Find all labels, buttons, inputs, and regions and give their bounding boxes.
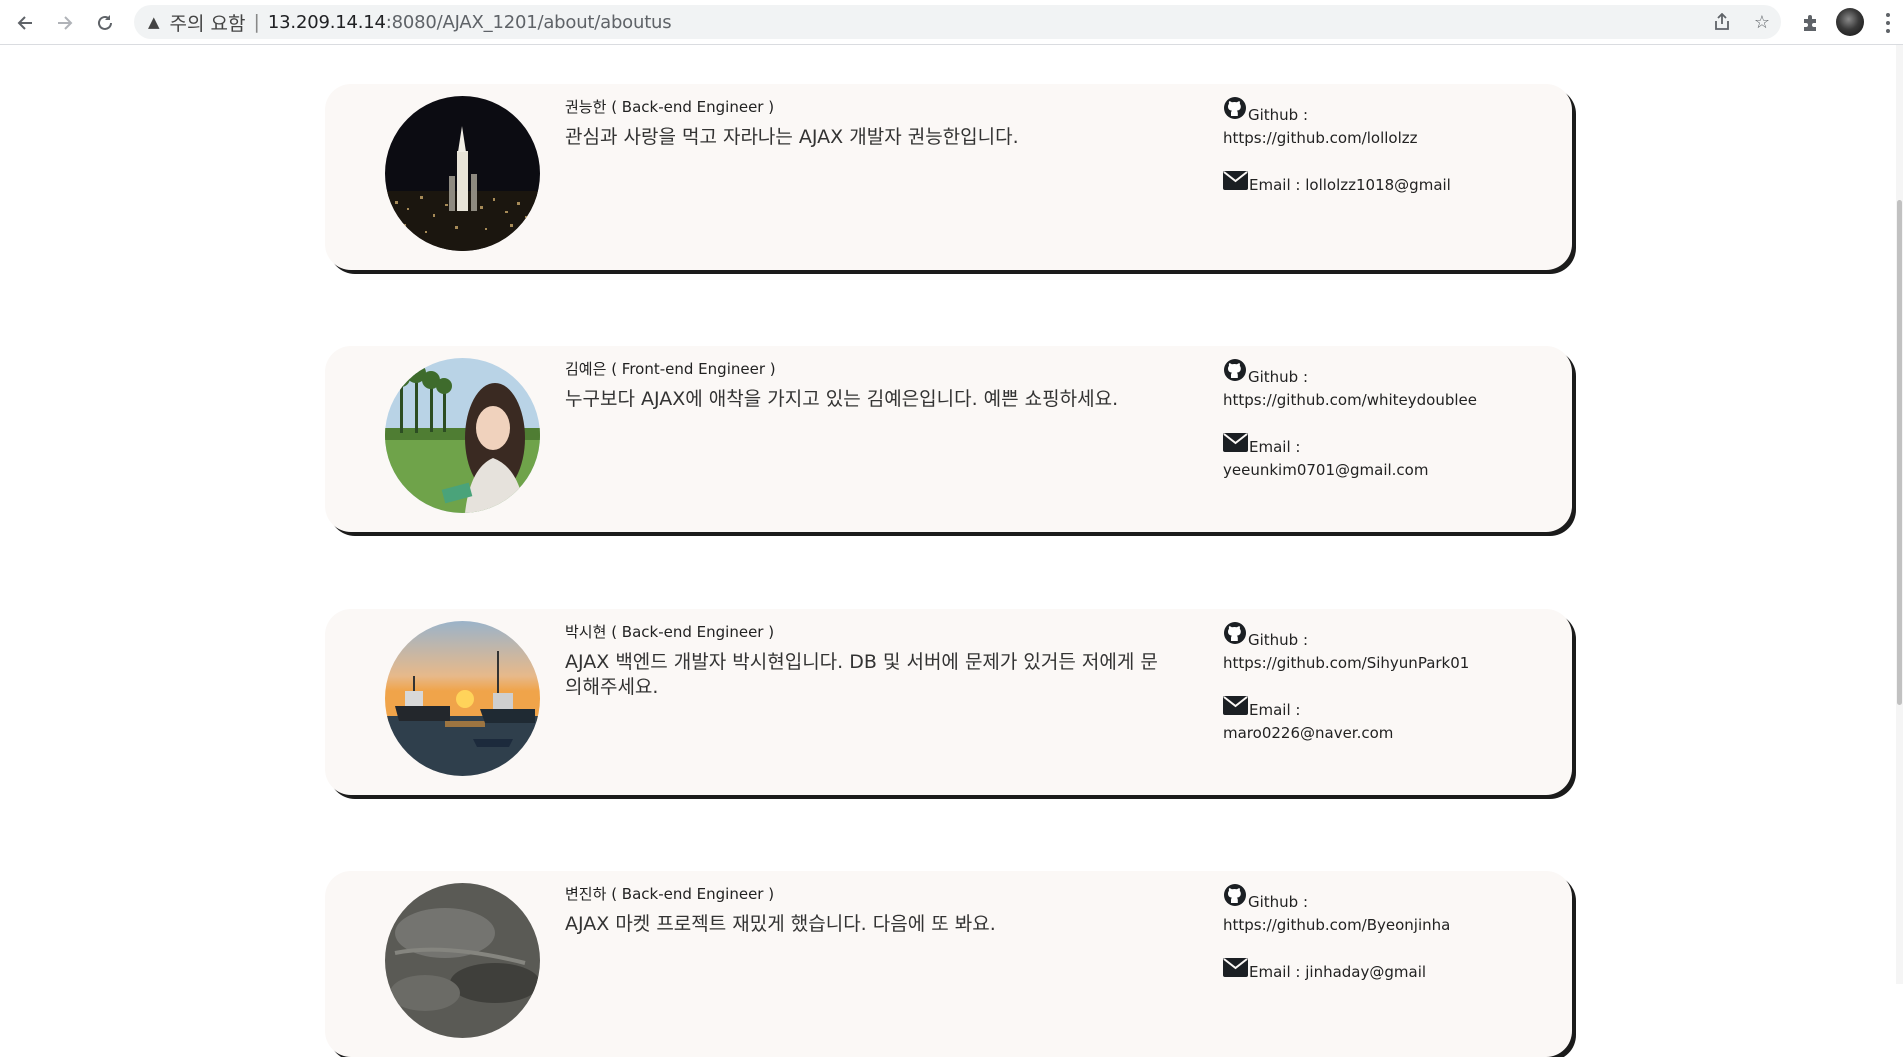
puzzle-icon bbox=[1804, 15, 1816, 31]
github-row: Github : bbox=[1223, 96, 1553, 124]
extensions-button[interactable] bbox=[1797, 10, 1823, 36]
member-name-role: 변진하 ( Back-end Engineer ) bbox=[565, 883, 774, 904]
member-contact: Github : https://github.com/lollolzz Ema… bbox=[1223, 96, 1553, 194]
email-address[interactable]: yeeunkim0701@gmail.com bbox=[1223, 461, 1553, 479]
member-photo-city-night bbox=[385, 96, 540, 251]
mail-icon bbox=[1223, 958, 1248, 981]
email-row: Email : bbox=[1223, 433, 1553, 456]
github-icon[interactable] bbox=[1223, 358, 1247, 386]
back-button[interactable] bbox=[12, 10, 38, 36]
scrollbar-thumb[interactable] bbox=[1897, 200, 1902, 705]
github-icon[interactable] bbox=[1223, 621, 1247, 649]
back-arrow-icon bbox=[17, 16, 32, 30]
warning-icon[interactable]: ▲ bbox=[148, 13, 160, 31]
address-separator: | bbox=[253, 11, 260, 33]
security-label[interactable]: 주의 요함 bbox=[170, 9, 246, 36]
member-photo-grey-texture bbox=[385, 883, 540, 1038]
github-icon[interactable] bbox=[1223, 883, 1247, 911]
member-photo-harbor-sunset bbox=[385, 621, 540, 776]
member-contact: Github : https://github.com/SihyunPark01… bbox=[1223, 621, 1553, 742]
member-bio: 관심과 사랑을 먹고 자라나는 AJAX 개발자 권능한입니다. bbox=[565, 126, 1019, 148]
github-row: Github : bbox=[1223, 883, 1553, 911]
email-label: Email : bbox=[1249, 963, 1301, 981]
member-name: 변진하 bbox=[565, 885, 607, 903]
member-bio: AJAX 백엔드 개발자 박시현입니다. DB 및 서버에 문제가 있거든 저에… bbox=[565, 651, 1158, 698]
email-row: Email : jinhaday@gmail bbox=[1223, 958, 1553, 981]
email-address[interactable]: lollolzz1018@gmail bbox=[1305, 176, 1451, 194]
member-card: 김예은 ( Front-end Engineer ) 누구보다 AJAX에 애착… bbox=[325, 346, 1572, 532]
github-label: Github : bbox=[1248, 106, 1309, 124]
member-name-role: 박시현 ( Back-end Engineer ) bbox=[565, 621, 774, 642]
url-host: 13.209.14.14 bbox=[267, 11, 386, 33]
forward-button[interactable] bbox=[52, 10, 78, 36]
member-role: ( Back-end Engineer ) bbox=[611, 885, 775, 903]
github-link[interactable]: https://github.com/SihyunPark01 bbox=[1223, 654, 1553, 672]
browser-toolbar: ▲ 주의 요함 | 13.209.14.14:8080/AJAX_1201/ab… bbox=[0, 0, 1903, 45]
github-label: Github : bbox=[1248, 631, 1309, 649]
reload-button[interactable] bbox=[92, 10, 118, 36]
member-name: 권능한 bbox=[565, 98, 607, 116]
email-address[interactable]: jinhaday@gmail bbox=[1305, 963, 1426, 981]
member-name-role: 김예은 ( Front-end Engineer ) bbox=[565, 358, 776, 379]
member-name: 박시현 bbox=[565, 623, 607, 641]
member-contact: Github : https://github.com/whiteydouble… bbox=[1223, 358, 1553, 479]
profile-avatar[interactable] bbox=[1836, 8, 1864, 36]
github-row: Github : bbox=[1223, 358, 1553, 386]
reload-icon bbox=[98, 15, 112, 30]
member-card: 박시현 ( Back-end Engineer ) AJAX 백엔드 개발자 박… bbox=[325, 609, 1572, 795]
github-link[interactable]: https://github.com/Byeonjinha bbox=[1223, 916, 1553, 934]
email-label: Email : bbox=[1249, 438, 1301, 456]
member-role: ( Front-end Engineer ) bbox=[611, 360, 776, 378]
member-photo-park-portrait bbox=[385, 358, 540, 513]
member-card: 변진하 ( Back-end Engineer ) AJAX 마켓 프로젝트 재… bbox=[325, 871, 1572, 1057]
email-address[interactable]: maro0226@naver.com bbox=[1223, 724, 1553, 742]
bookmark-star-icon[interactable]: ☆ bbox=[1751, 11, 1773, 33]
member-role: ( Back-end Engineer ) bbox=[611, 98, 775, 116]
email-row: Email : lollolzz1018@gmail bbox=[1223, 171, 1553, 194]
member-bio: 누구보다 AJAX에 애착을 가지고 있는 김예은입니다. 예쁜 쇼핑하세요. bbox=[565, 388, 1119, 410]
share-icon[interactable] bbox=[1711, 11, 1733, 33]
mail-icon bbox=[1223, 433, 1248, 456]
browser-menu-icon[interactable] bbox=[1880, 10, 1896, 36]
member-name-role: 권능한 ( Back-end Engineer ) bbox=[565, 96, 774, 117]
member-name: 김예은 bbox=[565, 360, 607, 378]
email-label: Email : bbox=[1249, 176, 1301, 194]
url-path: :8080/AJAX_1201/about/aboutus bbox=[385, 11, 672, 33]
github-label: Github : bbox=[1248, 368, 1309, 386]
member-role: ( Back-end Engineer ) bbox=[611, 623, 775, 641]
email-label: Email : bbox=[1249, 701, 1301, 719]
github-label: Github : bbox=[1248, 893, 1309, 911]
forward-arrow-icon bbox=[58, 16, 73, 30]
github-row: Github : bbox=[1223, 621, 1553, 649]
member-card: 권능한 ( Back-end Engineer ) 관심과 사랑을 먹고 자라나… bbox=[325, 84, 1572, 270]
github-icon[interactable] bbox=[1223, 96, 1247, 124]
github-link[interactable]: https://github.com/lollolzz bbox=[1223, 129, 1553, 147]
email-row: Email : bbox=[1223, 696, 1553, 719]
url-text[interactable]: 13.209.14.14:8080/AJAX_1201/about/aboutu… bbox=[268, 12, 672, 33]
github-link[interactable]: https://github.com/whiteydoublee bbox=[1223, 391, 1553, 409]
member-contact: Github : https://github.com/Byeonjinha E… bbox=[1223, 883, 1553, 981]
address-bar[interactable]: ▲ 주의 요함 | 13.209.14.14:8080/AJAX_1201/ab… bbox=[134, 5, 1781, 39]
member-bio: AJAX 마켓 프로젝트 재밌게 했습니다. 다음에 또 봐요. bbox=[565, 913, 996, 935]
mail-icon bbox=[1223, 696, 1248, 719]
mail-icon bbox=[1223, 171, 1248, 194]
